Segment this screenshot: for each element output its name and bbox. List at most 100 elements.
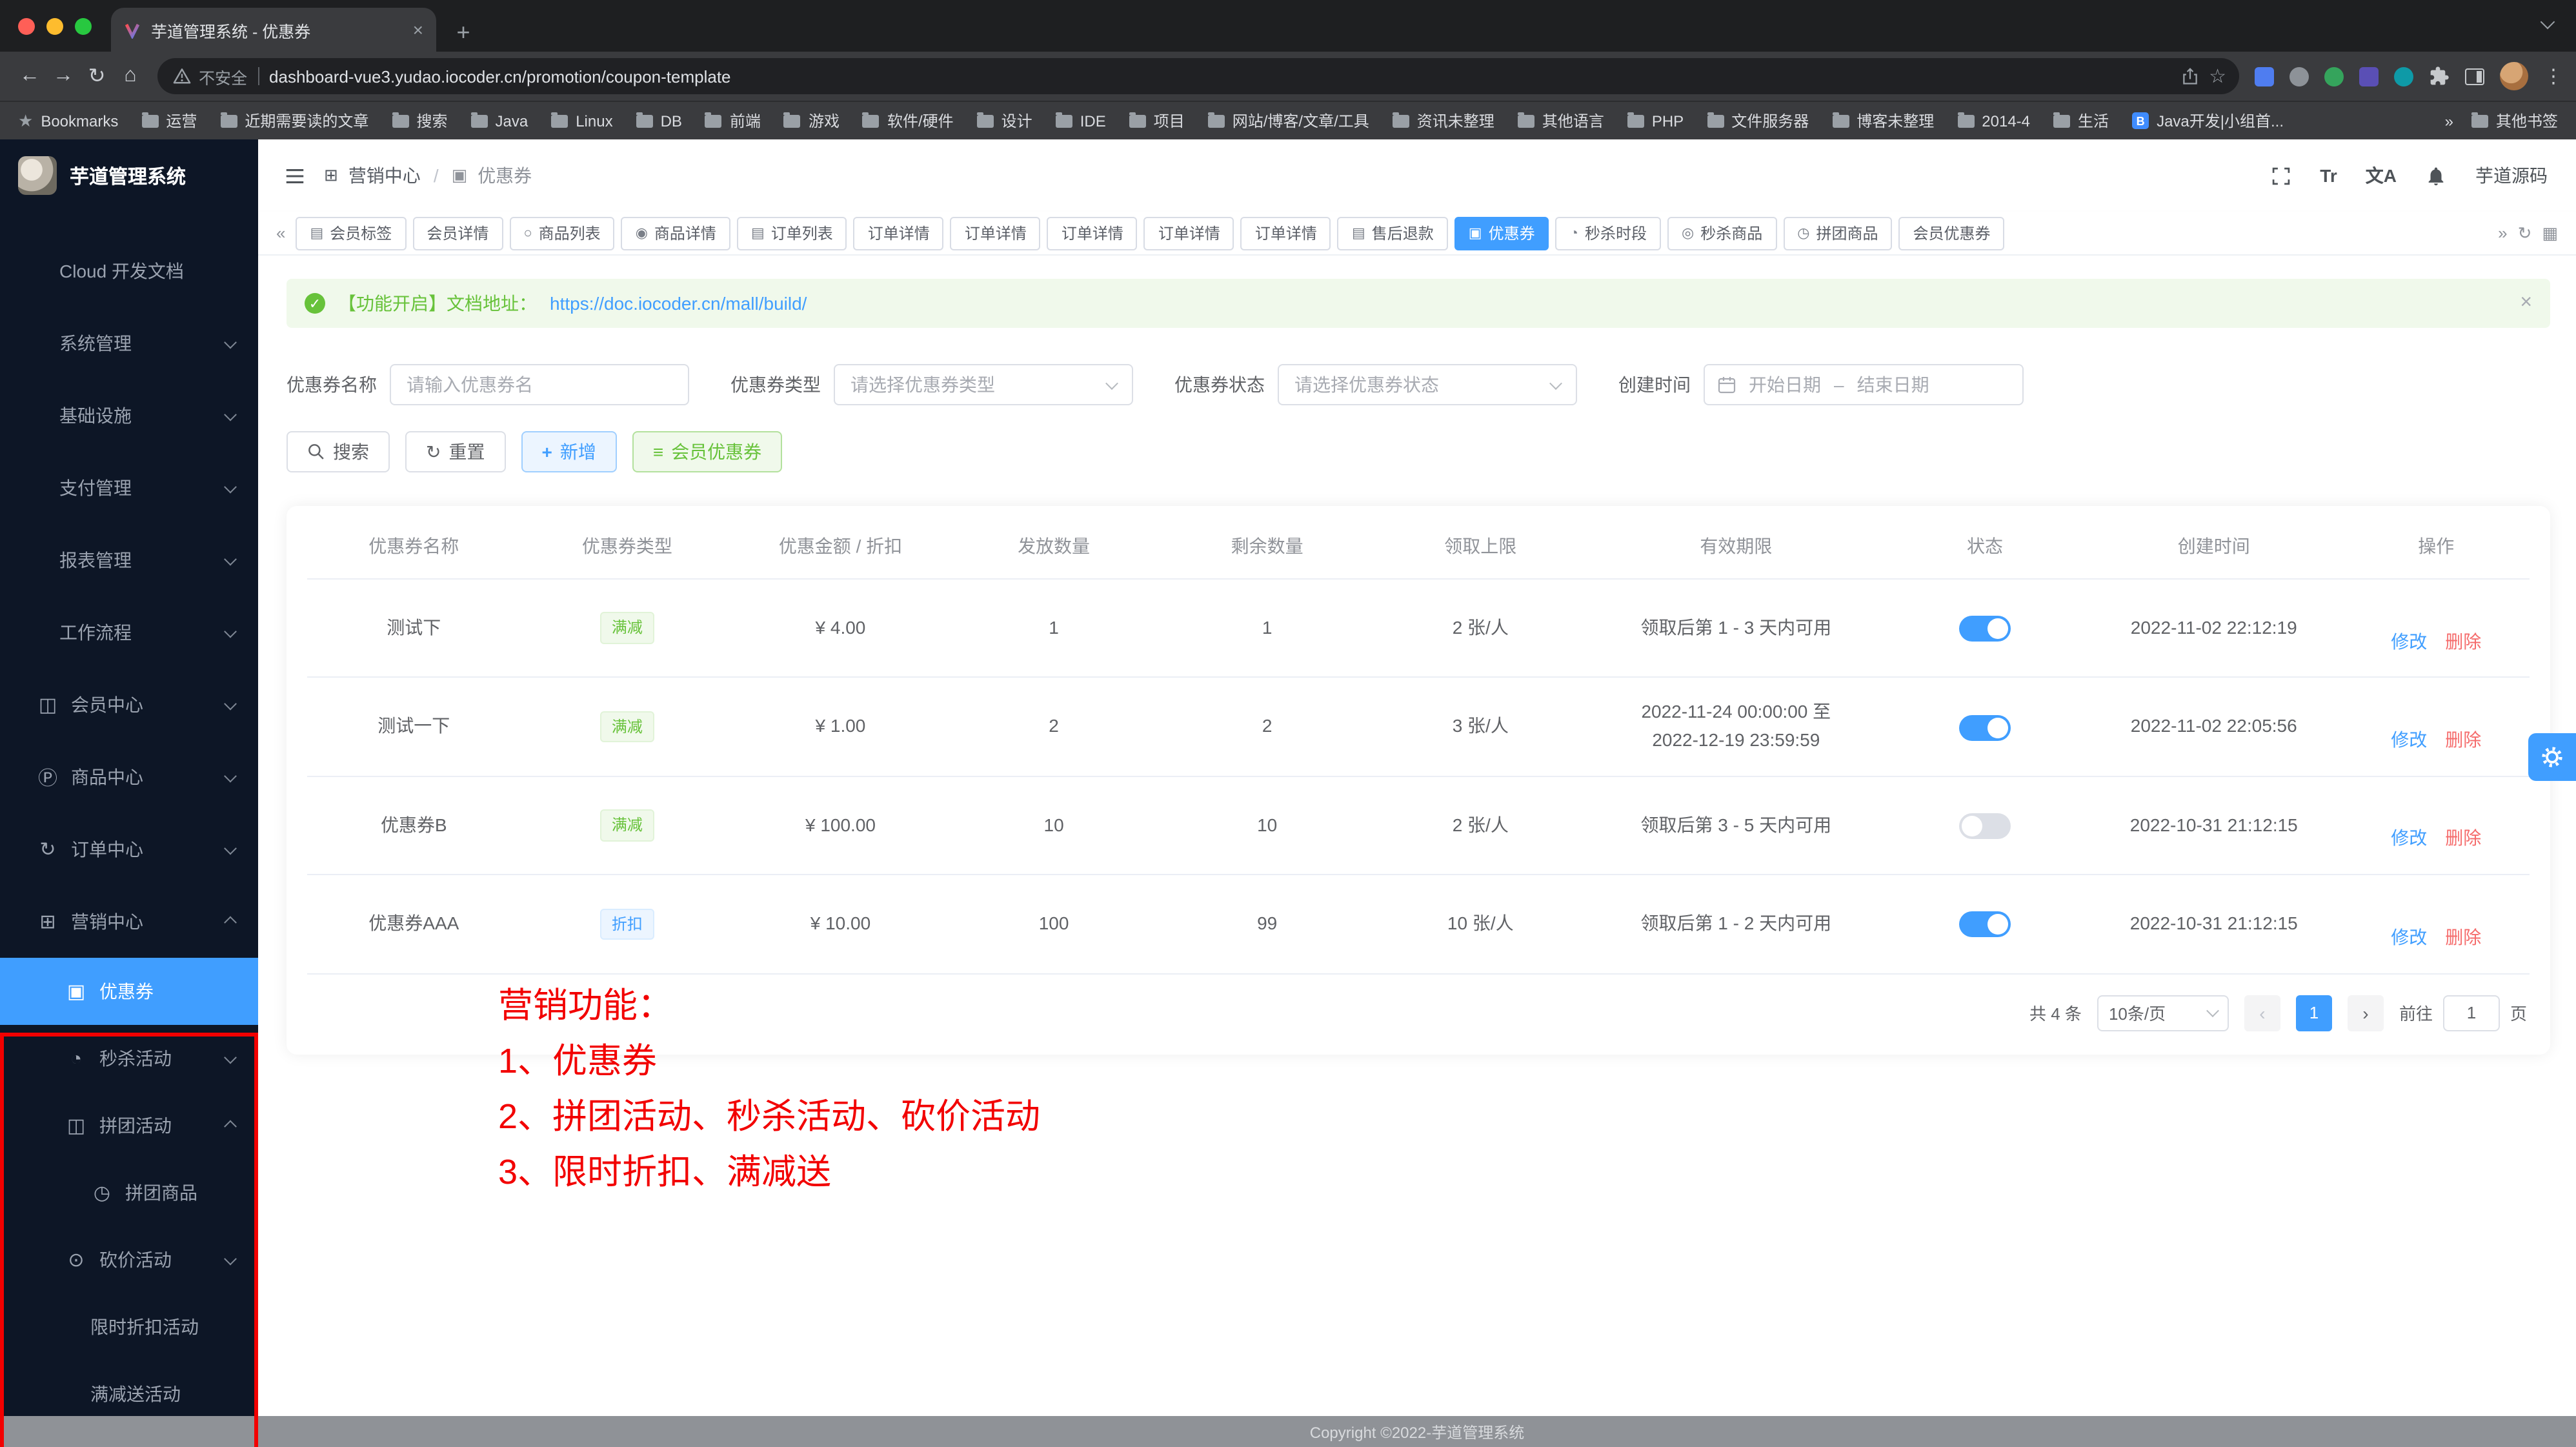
tab-chip[interactable]: ◎ 秒杀商品 <box>1667 216 1776 250</box>
sidebar-menu-item[interactable]: ⊙ 砍价活动 <box>0 1226 258 1293</box>
extension-icon[interactable] <box>2394 66 2413 86</box>
member-coupon-button[interactable]: ≡ 会员优惠券 <box>632 431 782 472</box>
bookmark-item[interactable]: PHP <box>1627 110 1684 132</box>
extension-icon[interactable] <box>2289 66 2309 86</box>
edit-link[interactable]: 修改 <box>2391 927 2427 947</box>
sidebar-menu-item[interactable]: ◫ 会员中心 <box>0 669 258 741</box>
tab-chip[interactable]: ▤ 订单列表 <box>737 216 847 250</box>
bookmark-item[interactable]: 文件服务器 <box>1707 110 1809 132</box>
prev-page-button[interactable]: ‹ <box>2244 995 2280 1031</box>
current-page[interactable]: 1 <box>2296 995 2332 1031</box>
sidebar-menu-item[interactable]: 支付管理 <box>0 452 258 524</box>
bookmark-item[interactable]: 生活 <box>2053 110 2109 132</box>
browser-menu-icon[interactable]: ⋮ <box>2544 65 2563 88</box>
back-icon[interactable]: ← <box>13 58 46 94</box>
scroll-left-icon[interactable]: « <box>276 223 285 243</box>
bookmark-item[interactable]: 博客未整理 <box>1832 110 1934 132</box>
bookmark-item[interactable]: 近期需要读的文章 <box>220 110 368 132</box>
sidebar-menu-item[interactable]: 报表管理 <box>0 524 258 596</box>
side-panel-icon[interactable] <box>2465 68 2484 85</box>
sidebar-menu-item[interactable]: ⊞ 营销中心 <box>0 885 258 958</box>
zoom-window-button[interactable] <box>75 18 92 35</box>
bookmark-item[interactable]: 游戏 <box>784 110 840 132</box>
minimize-window-button[interactable] <box>46 18 63 35</box>
coupon-status-select[interactable]: 请选择优惠券状态 <box>1278 364 1577 405</box>
home-icon[interactable]: ⌂ <box>114 58 147 94</box>
status-toggle[interactable] <box>1959 813 2011 839</box>
extension-icon[interactable] <box>2255 66 2274 86</box>
tab-chip[interactable]: ○ 商品列表 <box>509 216 614 250</box>
add-button[interactable]: + 新增 <box>521 431 616 472</box>
extension-icon[interactable] <box>2324 66 2344 86</box>
bookmark-item[interactable]: 软件/硬件 <box>863 110 954 132</box>
layout-grid-icon[interactable]: ▦ <box>2542 223 2558 243</box>
tab-chip[interactable]: 订单详情 <box>1047 216 1138 250</box>
refresh-icon[interactable]: ↻ <box>2518 223 2532 243</box>
security-warning[interactable]: 不安全 <box>173 64 247 88</box>
sidebar-menu-item[interactable]: ◔ 秒杀活动 <box>0 1025 258 1092</box>
breadcrumb-parent[interactable]: 营销中心 <box>348 163 421 188</box>
coupon-type-select[interactable]: 请选择优惠券类型 <box>834 364 1133 405</box>
sidebar-menu-item[interactable]: 工作流程 <box>0 596 258 669</box>
app-logo[interactable]: 芋道管理系统 <box>0 139 258 212</box>
new-tab-button[interactable]: + <box>447 13 480 52</box>
sidebar-menu-item[interactable]: ↻ 订单中心 <box>0 813 258 885</box>
other-bookmarks[interactable]: 其他书签 <box>2471 110 2558 132</box>
bookmark-item[interactable]: B Java开发|小组首... <box>2132 110 2284 132</box>
edit-link[interactable]: 修改 <box>2391 828 2427 849</box>
bookmark-item[interactable]: IDE <box>1056 110 1106 132</box>
settings-fab[interactable] <box>2528 733 2576 781</box>
bookmark-item[interactable]: 前端 <box>705 110 761 132</box>
tab-chip[interactable]: 订单详情 <box>1144 216 1234 250</box>
tab-chip[interactable]: ◔ 秒杀时段 <box>1556 216 1661 250</box>
tab-chip[interactable]: 会员优惠券 <box>1898 216 2004 250</box>
tab-close-icon[interactable]: × <box>413 19 423 40</box>
bookmark-item[interactable]: 资讯未整理 <box>1393 110 1494 132</box>
delete-link[interactable]: 删除 <box>2445 828 2481 849</box>
bookmark-item[interactable]: 设计 <box>977 110 1032 132</box>
hamburger-icon[interactable] <box>284 165 306 187</box>
scroll-right-icon[interactable]: » <box>2498 223 2507 243</box>
tab-chip[interactable]: ▤ 售后退款 <box>1338 216 1448 250</box>
delete-link[interactable]: 删除 <box>2445 631 2481 651</box>
browser-tab[interactable]: 芋道管理系统 - 优惠券 × <box>111 8 436 52</box>
sidebar-menu-item[interactable]: Cloud 开发文档 <box>0 235 258 307</box>
extensions-puzzle-icon[interactable] <box>2429 66 2450 86</box>
tab-chip[interactable]: ▤ 会员标签 <box>296 216 406 250</box>
date-range-picker[interactable]: 开始日期 – 结束日期 <box>1704 364 2024 405</box>
sidebar-menu-item[interactable]: Ⓟ 商品中心 <box>0 741 258 813</box>
bookmark-item[interactable]: DB <box>636 110 682 132</box>
bell-icon[interactable] <box>2425 165 2447 187</box>
tab-chip[interactable]: 会员详情 <box>412 216 503 250</box>
address-bar[interactable]: 不安全 dashboard-vue3.yudao.iocoder.cn/prom… <box>157 58 2239 94</box>
sidebar-menu-item[interactable]: 系统管理 <box>0 307 258 379</box>
profile-avatar[interactable] <box>2500 62 2528 90</box>
tab-chip[interactable]: ◉ 商品详情 <box>621 216 730 250</box>
bookmark-item[interactable]: 其他语言 <box>1518 110 1604 132</box>
sidebar-menu-item[interactable]: ▣ 优惠券 <box>0 958 258 1025</box>
coupon-name-input[interactable] <box>390 364 689 405</box>
share-icon[interactable] <box>2180 66 2199 86</box>
bookmark-item[interactable]: ★ Bookmarks <box>18 110 118 132</box>
forward-icon[interactable]: → <box>46 58 80 94</box>
bookmark-item[interactable]: 搜索 <box>392 110 447 132</box>
search-button[interactable]: 搜索 <box>287 431 390 472</box>
page-size-select[interactable]: 10条/页 <box>2097 995 2229 1031</box>
tab-chip[interactable]: ▣ 优惠券 <box>1454 216 1549 250</box>
tab-chip[interactable]: 订单详情 <box>1241 216 1331 250</box>
bookmark-item[interactable]: Linux <box>551 110 612 132</box>
sidebar-menu-item[interactable]: 限时折扣活动 <box>0 1293 258 1361</box>
edit-link[interactable]: 修改 <box>2391 729 2427 750</box>
sidebar-menu-item[interactable]: ◫ 拼团活动 <box>0 1092 258 1159</box>
fullscreen-icon[interactable] <box>2269 165 2291 187</box>
language-icon[interactable]: 文A <box>2366 163 2397 188</box>
delete-link[interactable]: 删除 <box>2445 927 2481 947</box>
reload-icon[interactable]: ↻ <box>80 58 114 94</box>
bookmark-item[interactable]: 网站/博客/文章/工具 <box>1208 110 1369 132</box>
next-page-button[interactable]: › <box>2348 995 2384 1031</box>
alert-close-icon[interactable]: × <box>2520 292 2532 315</box>
sidebar-menu-item[interactable]: 基础设施 <box>0 379 258 452</box>
sidebar-menu-item[interactable]: ◷ 拼团商品 <box>0 1159 258 1226</box>
goto-page-input[interactable] <box>2443 995 2500 1031</box>
bookmark-item[interactable]: 2014-4 <box>1957 110 2030 132</box>
